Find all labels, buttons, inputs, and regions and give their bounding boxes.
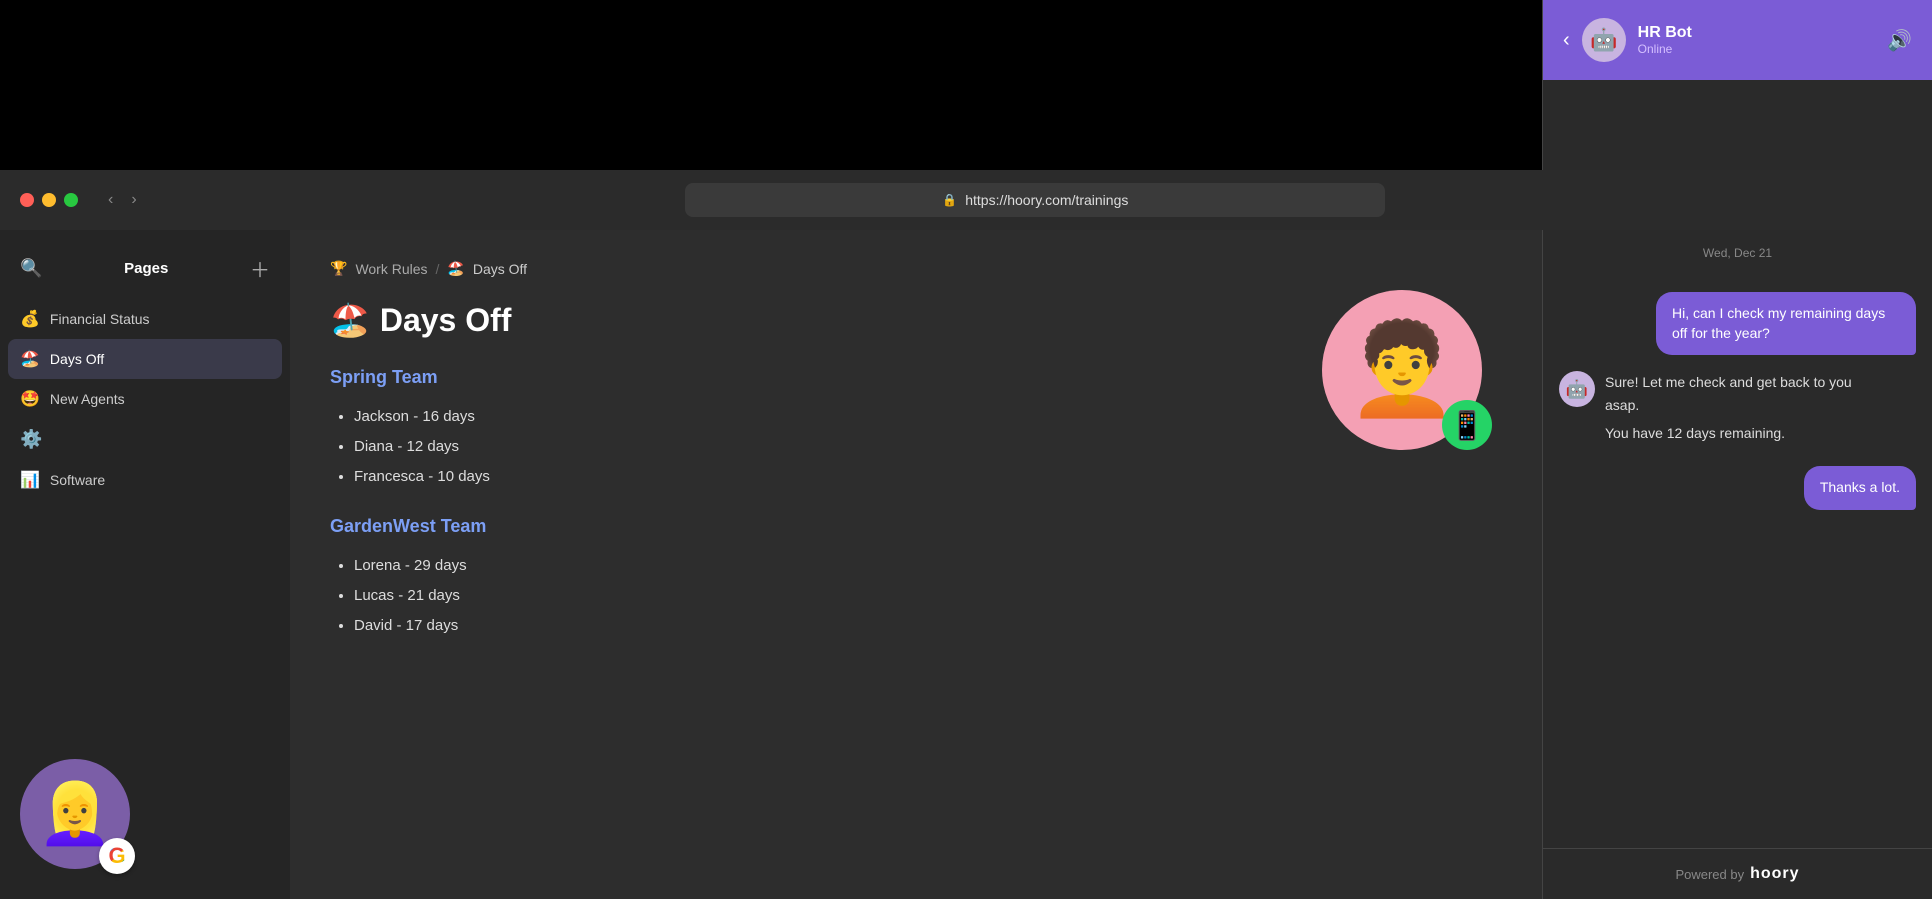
- minimize-button[interactable]: [42, 193, 56, 207]
- hoory-logo: hoory: [1750, 865, 1799, 883]
- chat-info: HR Bot Online: [1638, 24, 1875, 56]
- sidebar-header: 🔍 Pages ＋: [0, 246, 290, 299]
- search-icon[interactable]: 🔍: [20, 258, 42, 279]
- new-agents-icon: 🤩: [20, 389, 40, 409]
- character-avatar: 🧑‍🦱 📱: [1322, 290, 1482, 450]
- browser-chrome: ‹ › 🔒 https://hoory.com/trainings: [0, 170, 1932, 230]
- page-content: 🏆 Work Rules / 🏖️ Days Off 🏖️ Days Off S…: [290, 230, 1542, 899]
- sidebar-item-days-off[interactable]: 🏖️ Days Off: [8, 339, 282, 379]
- bot-message-1: Sure! Let me check and get back to you a…: [1605, 371, 1885, 450]
- google-badge: G: [99, 838, 135, 874]
- user-message-2: Thanks a lot.: [1804, 466, 1916, 510]
- main-area: 🔍 Pages ＋ 💰 Financial Status 🏖️ Days Off…: [0, 230, 1932, 899]
- avatar-emoji: 👱‍♀️: [38, 784, 113, 844]
- nav-arrows: ‹ ›: [102, 189, 143, 211]
- settings-icon[interactable]: ⚙️: [0, 419, 290, 460]
- sidebar-item-financial-status[interactable]: 💰 Financial Status: [0, 299, 290, 339]
- days-off-icon: 🏖️: [20, 349, 40, 369]
- forward-arrow[interactable]: ›: [125, 189, 142, 211]
- traffic-lights: [20, 193, 78, 207]
- bot-avatar: 🤖: [1582, 18, 1626, 62]
- powered-by: Powered by hoory: [1559, 865, 1916, 883]
- sidebar-item-new-agents[interactable]: 🤩 New Agents: [0, 379, 290, 419]
- bot-message-line1: Sure! Let me check and get back to you a…: [1605, 371, 1885, 416]
- chat-footer: Powered by hoory: [1543, 848, 1932, 899]
- add-page-icon[interactable]: ＋: [250, 254, 270, 283]
- sidebar-item-software[interactable]: 📊 Software: [0, 460, 290, 500]
- close-button[interactable]: [20, 193, 34, 207]
- character-container: 🧑‍🦱 📱: [1322, 290, 1482, 450]
- gardenwest-team-heading: GardenWest Team: [330, 516, 1502, 537]
- software-icon: 📊: [20, 470, 40, 490]
- breadcrumb-parent-label[interactable]: Work Rules: [355, 261, 427, 277]
- page-title-icon: 🏖️: [330, 301, 370, 339]
- list-item: Francesca - 10 days: [354, 462, 1502, 492]
- sidebar-item-label: New Agents: [50, 391, 125, 407]
- bot-name: HR Bot: [1638, 24, 1875, 42]
- back-arrow[interactable]: ‹: [102, 189, 119, 211]
- chat-panel: Wed, Dec 21 Hi, can I check my remaining…: [1542, 230, 1932, 899]
- sidebar-title: Pages: [124, 260, 168, 277]
- user-message-1: Hi, can I check my remaining days off fo…: [1656, 292, 1916, 355]
- list-item: Lorena - 29 days: [354, 551, 1502, 581]
- chat-header: ‹ 🤖 HR Bot Online 🔊: [1543, 0, 1932, 80]
- sidebar-item-label: Financial Status: [50, 311, 150, 327]
- bot-message-row: 🤖 Sure! Let me check and get back to you…: [1559, 371, 1916, 450]
- breadcrumb-current-icon: 🏖️: [447, 260, 464, 277]
- breadcrumb-current-label: Days Off: [473, 261, 527, 277]
- volume-icon[interactable]: 🔊: [1887, 28, 1912, 53]
- powered-by-text: Powered by: [1675, 867, 1744, 882]
- character-emoji: 🧑‍🦱: [1346, 325, 1458, 415]
- chat-back-button[interactable]: ‹: [1563, 29, 1570, 52]
- chat-date: Wed, Dec 21: [1543, 230, 1932, 276]
- user-avatar-container: 👱‍♀️ G: [20, 759, 140, 879]
- chat-messages: Hi, can I check my remaining days off fo…: [1543, 276, 1932, 848]
- breadcrumb-parent-icon: 🏆: [330, 260, 347, 277]
- bot-message-avatar: 🤖: [1559, 371, 1595, 407]
- address-bar[interactable]: 🔒 https://hoory.com/trainings: [685, 183, 1385, 217]
- page-title-text: Days Off: [380, 302, 512, 339]
- bot-status: Online: [1638, 42, 1875, 56]
- whatsapp-badge: 📱: [1442, 400, 1492, 450]
- breadcrumb: 🏆 Work Rules / 🏖️ Days Off: [330, 260, 1502, 277]
- list-item: David - 17 days: [354, 611, 1502, 641]
- sidebar-item-label: Software: [50, 472, 105, 488]
- sidebar-item-label: Days Off: [50, 351, 104, 367]
- financial-status-icon: 💰: [20, 309, 40, 329]
- list-item: Lucas - 21 days: [354, 581, 1502, 611]
- top-bar: ‹ 🤖 HR Bot Online 🔊: [0, 0, 1932, 170]
- lock-icon: 🔒: [942, 193, 957, 207]
- gardenwest-team-list: Lorena - 29 days Lucas - 21 days David -…: [330, 551, 1502, 641]
- sidebar: 🔍 Pages ＋ 💰 Financial Status 🏖️ Days Off…: [0, 230, 290, 899]
- google-icon: G: [108, 843, 125, 869]
- whatsapp-icon: 📱: [1450, 409, 1485, 442]
- breadcrumb-separator: /: [436, 261, 440, 277]
- fullscreen-button[interactable]: [64, 193, 78, 207]
- bot-message-line2: You have 12 days remaining.: [1605, 422, 1885, 444]
- url-text: https://hoory.com/trainings: [965, 192, 1128, 208]
